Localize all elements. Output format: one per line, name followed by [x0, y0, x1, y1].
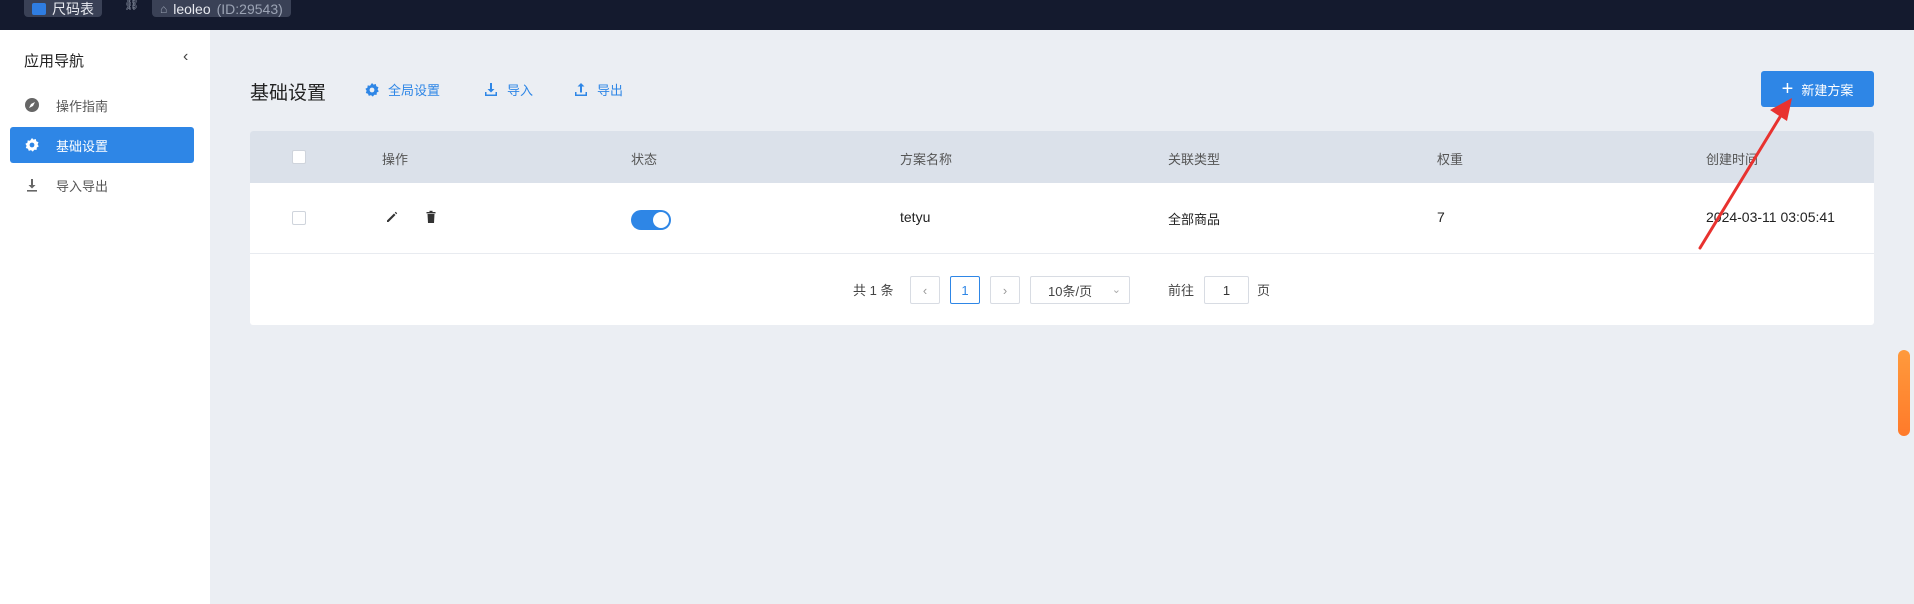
page-size-value: 10条/页: [1048, 283, 1093, 299]
compass-icon: [24, 97, 40, 113]
plans-table: 操作 状态 方案名称 关联类型 权重 创建时间 tetyu 全部商品 7 202…: [250, 131, 1874, 325]
table-header: 操作 状态 方案名称 关联类型 权重 创建时间: [250, 131, 1874, 183]
app-logo-icon: [32, 2, 46, 15]
column-header-status: 状态: [631, 152, 658, 167]
column-header-type: 关联类型: [1168, 152, 1221, 167]
top-bar: 尺码表 ⛓ ⌂ leoleo (ID:29543): [0, 0, 1914, 30]
store-id: (ID:29543): [216, 0, 283, 17]
sidebar-item-label: 操作指南: [56, 98, 109, 114]
column-header-created: 创建时间: [1706, 152, 1759, 167]
gear-icon: [365, 82, 379, 97]
sidebar-item-label: 导入导出: [56, 178, 109, 194]
sidebar-title: 应用导航: [24, 53, 85, 70]
select-all-checkbox[interactable]: [292, 150, 306, 164]
status-toggle[interactable]: [631, 210, 671, 230]
store-name: leoleo: [173, 0, 211, 17]
column-header-name: 方案名称: [900, 152, 953, 167]
import-label: 导入: [507, 83, 534, 98]
column-header-weight: 权重: [1437, 152, 1464, 167]
goto-label: 前往: [1168, 282, 1195, 298]
global-settings-button[interactable]: 全局设置: [364, 80, 440, 99]
edit-icon[interactable]: [384, 209, 400, 225]
scrollbar-thumb[interactable]: [1898, 350, 1910, 436]
page-title: 基础设置: [250, 83, 327, 104]
app-chip-label: 尺码表: [52, 0, 94, 17]
new-plan-button[interactable]: + 新建方案: [1761, 71, 1874, 107]
sidebar: 应用导航 ‹ 操作指南 基础设置 导入导出: [0, 30, 210, 604]
import-icon: [485, 82, 497, 96]
page-number[interactable]: 1: [950, 276, 980, 304]
export-button[interactable]: 导出: [573, 80, 623, 99]
plan-type: 全部商品: [1168, 212, 1221, 227]
sidebar-item-import-export[interactable]: 导入导出: [10, 167, 194, 203]
collapse-sidebar-icon[interactable]: ‹: [183, 48, 188, 66]
import-button[interactable]: 导入: [483, 80, 533, 99]
page-suffix: 页: [1257, 282, 1271, 298]
store-icon: ⌂: [160, 1, 168, 16]
prev-page-button[interactable]: ‹: [910, 276, 940, 304]
plan-name: tetyu: [900, 209, 931, 225]
pagination-total: 共 1 条: [853, 282, 894, 298]
sidebar-item-guide[interactable]: 操作指南: [10, 87, 194, 123]
app-chip[interactable]: 尺码表: [24, 0, 102, 17]
chevron-down-icon: ⌄: [1111, 284, 1121, 296]
column-header-actions: 操作: [382, 152, 409, 167]
delete-icon[interactable]: [423, 209, 439, 225]
new-plan-label: 新建方案: [1801, 82, 1854, 98]
link-icon: ⛓: [124, 0, 140, 11]
next-page-button[interactable]: ›: [990, 276, 1020, 304]
sidebar-item-label: 基础设置: [56, 138, 109, 154]
download-icon: [24, 177, 40, 193]
chevron-left-icon: ‹: [922, 282, 928, 298]
row-checkbox[interactable]: [292, 211, 306, 225]
table-row: tetyu 全部商品 7 2024-03-11 03:05:41: [250, 183, 1874, 254]
chevron-right-icon: ›: [1002, 282, 1008, 298]
gear-icon: [24, 137, 40, 153]
plus-icon: +: [1781, 78, 1794, 100]
export-icon: [575, 82, 587, 96]
toggle-knob: [653, 212, 669, 228]
global-settings-label: 全局设置: [388, 83, 441, 98]
store-chip[interactable]: ⌂ leoleo (ID:29543): [152, 0, 291, 17]
goto-page-input[interactable]: [1204, 276, 1249, 304]
page-size-select[interactable]: 10条/页 ⌄: [1030, 276, 1130, 304]
export-label: 导出: [597, 83, 624, 98]
sidebar-item-basic-settings[interactable]: 基础设置: [10, 127, 194, 163]
plan-created: 2024-03-11 03:05:41: [1706, 209, 1835, 225]
plan-weight: 7: [1437, 209, 1445, 225]
